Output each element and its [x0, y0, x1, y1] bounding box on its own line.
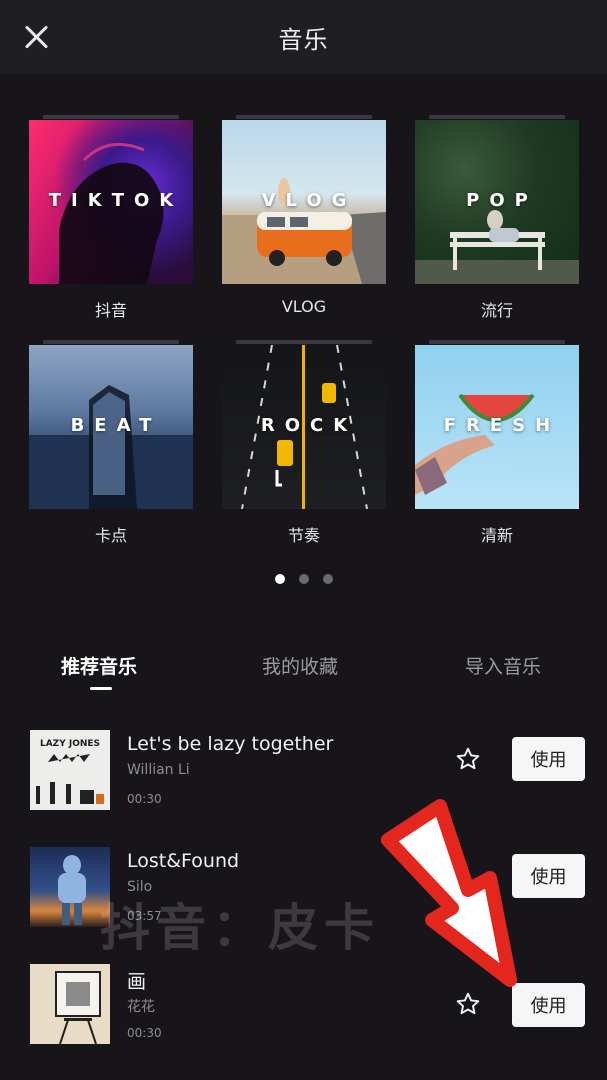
tab-recommended[interactable]: 推荐音乐 — [61, 652, 137, 679]
page-title: 音乐 — [278, 26, 329, 54]
favorite-star-icon[interactable] — [455, 991, 481, 1017]
song-artist: 花花 — [127, 999, 155, 1015]
stack-edge — [236, 115, 372, 119]
song-artist: Willian Li — [127, 762, 190, 778]
stack-edge — [429, 115, 565, 119]
page-dot — [322, 574, 333, 584]
cover-text: POP — [466, 190, 538, 211]
stack-edge — [43, 340, 179, 344]
category-label: 抖音 — [94, 301, 127, 320]
category-label: VLOG — [281, 297, 327, 316]
stack-edge — [236, 340, 372, 344]
page-dot — [298, 574, 309, 584]
album-art — [55, 971, 101, 1044]
album-art — [58, 855, 86, 925]
category-pop[interactable]: POP 流行 — [415, 115, 579, 320]
page-dot-active — [274, 574, 285, 584]
tab-import[interactable]: 导入音乐 — [465, 652, 541, 679]
category-beat[interactable]: BEAT 卡点 — [29, 340, 193, 545]
song-row[interactable]: 画 花花 00:30 使用 — [0, 964, 607, 1048]
song-cover — [30, 964, 110, 1044]
use-button[interactable]: 使用 — [512, 983, 585, 1027]
category-rock[interactable]: ROCK 节奏 — [222, 340, 386, 545]
song-cover: LAZY JONES — [30, 730, 110, 810]
category-cover: FRESH — [415, 345, 579, 509]
category-cover: TIKTOK — [29, 120, 193, 284]
cover-text: TIKTOK — [48, 190, 184, 211]
watermark-text: 抖音：皮卡 — [100, 899, 380, 957]
active-tab-indicator — [90, 687, 112, 690]
category-label: 节奏 — [287, 526, 320, 545]
category-fresh[interactable]: FRESH 清新 — [415, 340, 579, 545]
category-cover: POP — [415, 120, 579, 284]
song-title: Lost&Found — [127, 850, 240, 872]
album-art: LAZY JONES — [36, 739, 104, 804]
category-label: 卡点 — [94, 526, 127, 545]
category-cover: BEAT — [29, 345, 193, 509]
song-row[interactable]: LAZY JONES Let's be lazy together Willia… — [0, 730, 607, 814]
song-title: 画 — [127, 971, 147, 993]
cover-text: FRESH — [443, 415, 561, 436]
song-title: Let's be lazy together — [127, 733, 334, 755]
song-duration: 00:30 — [127, 1026, 162, 1040]
top-bar: 音乐 — [0, 0, 607, 74]
category-label: 清新 — [480, 526, 513, 545]
use-button[interactable]: 使用 — [512, 737, 585, 781]
favorite-star-icon[interactable] — [455, 746, 481, 772]
category-cover: ROCK — [222, 345, 386, 509]
category-tiktok[interactable]: TIKTOK 抖音 — [29, 115, 193, 320]
stack-edge — [43, 115, 179, 119]
category-label: 流行 — [480, 301, 513, 320]
song-duration: 00:30 — [127, 792, 162, 806]
cover-text: ROCK — [260, 415, 358, 436]
music-tabs: 推荐音乐 我的收藏 导入音乐 — [0, 652, 607, 692]
use-button[interactable]: 使用 — [512, 854, 585, 898]
cover-text: BEAT — [70, 415, 162, 436]
page-indicator — [0, 574, 607, 584]
stack-edge — [429, 340, 565, 344]
song-cover — [30, 847, 110, 927]
category-cover: VLOG — [222, 120, 386, 284]
tab-favorites[interactable]: 我的收藏 — [262, 652, 338, 679]
album-cover-text: LAZY JONES — [40, 739, 100, 749]
cover-text: VLOG — [261, 190, 357, 211]
category-vlog[interactable]: VLOG VLOG — [222, 115, 386, 316]
